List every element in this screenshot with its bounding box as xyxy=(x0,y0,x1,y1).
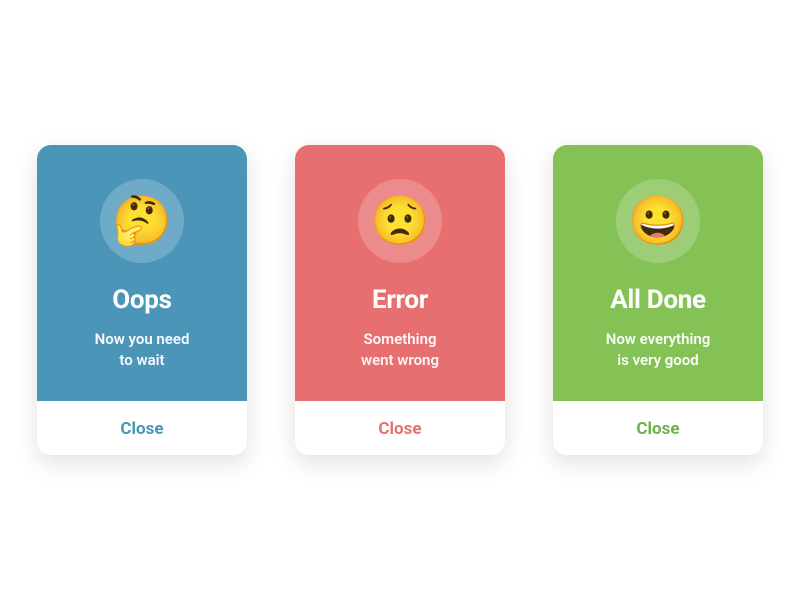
status-card-done: 😀 All Done Now everything is very good C… xyxy=(553,145,763,455)
card-body: 😟 Error Something went wrong xyxy=(295,145,505,401)
emoji-bubble: 😟 xyxy=(358,179,442,263)
close-label: Close xyxy=(636,419,679,439)
status-cards-row: 🤔 Oops Now you need to wait Close 😟 Erro… xyxy=(37,145,763,455)
card-message: Now you need to wait xyxy=(95,329,190,371)
worried-face-icon: 😟 xyxy=(370,197,430,245)
emoji-bubble: 😀 xyxy=(616,179,700,263)
close-button[interactable]: Close xyxy=(37,401,247,455)
close-label: Close xyxy=(120,419,163,439)
close-button[interactable]: Close xyxy=(295,401,505,455)
card-title: Oops xyxy=(112,285,171,315)
status-card-error: 😟 Error Something went wrong Close xyxy=(295,145,505,455)
card-message: Now everything is very good xyxy=(606,329,711,371)
close-label: Close xyxy=(378,419,421,439)
card-body: 🤔 Oops Now you need to wait xyxy=(37,145,247,401)
thinking-face-icon: 🤔 xyxy=(112,197,172,245)
close-button[interactable]: Close xyxy=(553,401,763,455)
card-title: All Done xyxy=(610,285,705,315)
status-card-oops: 🤔 Oops Now you need to wait Close xyxy=(37,145,247,455)
card-title: Error xyxy=(372,285,428,315)
card-message: Something went wrong xyxy=(361,329,439,371)
emoji-bubble: 🤔 xyxy=(100,179,184,263)
grinning-face-icon: 😀 xyxy=(628,197,688,245)
card-body: 😀 All Done Now everything is very good xyxy=(553,145,763,401)
